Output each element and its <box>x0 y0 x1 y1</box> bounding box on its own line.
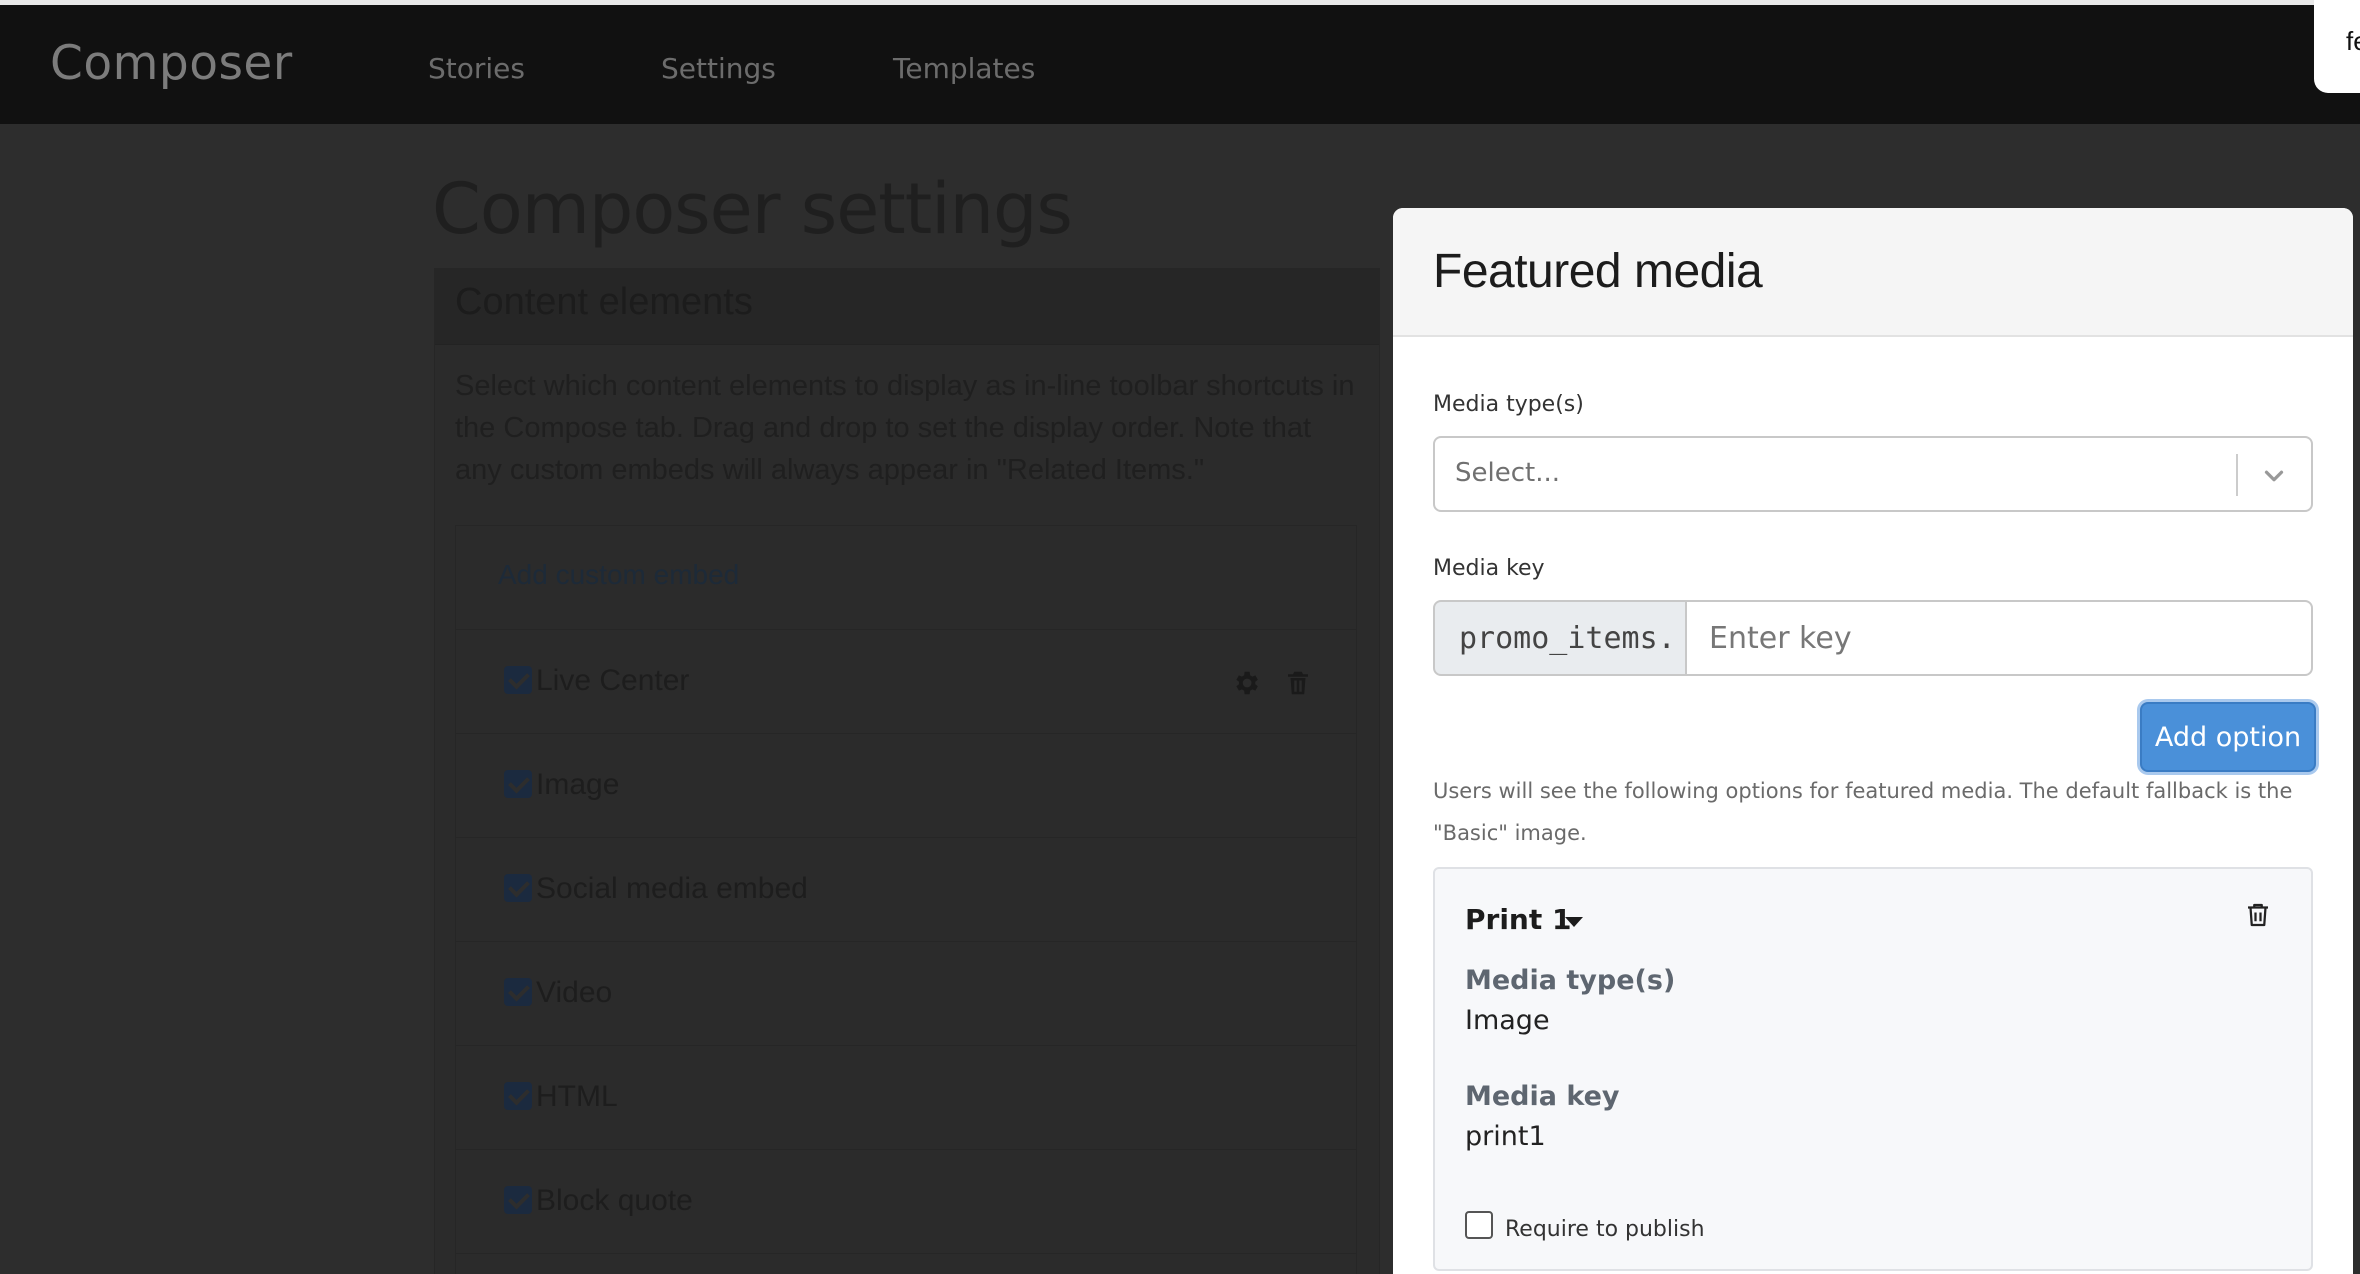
toast-text: fe <box>2346 26 2360 56</box>
topbar-edge <box>0 0 2360 5</box>
panel-description: Select which content elements to display… <box>455 370 1355 486</box>
list-item-label: Block quote <box>536 1184 693 1217</box>
option-media-key-value: print1 <box>1465 1121 1546 1152</box>
featured-media-modal: Featured media Media type(s) Select... M… <box>1393 208 2353 1274</box>
add-custom-embed-link[interactable]: Add custom embed <box>498 559 739 591</box>
option-media-type-value: Image <box>1465 1005 1550 1036</box>
add-custom-embed-row: Add custom embed <box>456 526 1356 630</box>
media-key-input-group: promo_items. <box>1433 600 2313 676</box>
page-title: Composer settings <box>432 168 1073 250</box>
top-navbar: Composer Stories Settings Templates <box>0 0 2360 124</box>
media-key-label: Media key <box>1433 556 1545 581</box>
trash-icon[interactable] <box>2243 899 2273 931</box>
list-item-label: Video <box>536 976 613 1009</box>
social-media-embed-checkbox[interactable] <box>504 874 532 902</box>
chevron-down-icon[interactable] <box>2257 461 2291 491</box>
list-item-label: Image <box>536 768 620 801</box>
option-media-type-label: Media type(s) <box>1465 965 1676 996</box>
list-item[interactable]: Image <box>456 734 1356 838</box>
list-item[interactable]: Social media embed <box>456 838 1356 942</box>
list-item[interactable]: Live Center <box>456 630 1356 734</box>
nav-settings[interactable]: Settings <box>661 52 776 85</box>
trash-icon[interactable] <box>1283 668 1313 698</box>
media-type-select[interactable]: Select... <box>1433 436 2313 512</box>
require-to-publish-label[interactable]: Require to publish <box>1505 1217 1705 1242</box>
html-checkbox[interactable] <box>504 1082 532 1110</box>
modal-title: Featured media <box>1433 245 1763 298</box>
list-item-label: Live Center <box>536 664 690 697</box>
modal-header: Featured media <box>1393 208 2353 337</box>
media-key-prefix-text: promo_items. <box>1459 621 1676 656</box>
option-card: Print 1 Media type(s) Image Media key pr… <box>1433 867 2313 1271</box>
gear-icon[interactable] <box>1231 668 1261 698</box>
block-quote-checkbox[interactable] <box>504 1186 532 1214</box>
content-elements-panel: Content elements Select which content el… <box>434 268 1380 1274</box>
live-center-checkbox[interactable] <box>504 666 532 694</box>
media-key-prefix: promo_items. <box>1433 600 1687 676</box>
options-help-text: Users will see the following options for… <box>1433 779 2293 845</box>
select-separator <box>2236 454 2238 496</box>
require-to-publish-checkbox[interactable] <box>1465 1211 1493 1239</box>
panel-title: Content elements <box>455 281 753 323</box>
list-item[interactable]: Video <box>456 942 1356 1046</box>
option-card-title[interactable]: Print 1 <box>1465 903 1571 936</box>
notification-toast: fe <box>2314 0 2360 93</box>
list-item-label: HTML <box>536 1080 618 1113</box>
option-media-key-label: Media key <box>1465 1081 1620 1112</box>
list-item[interactable]: Block quote <box>456 1150 1356 1254</box>
list-item-label: Social media embed <box>536 872 808 905</box>
caret-down-icon[interactable] <box>1565 917 1583 927</box>
list-item[interactable]: HTML <box>456 1046 1356 1150</box>
media-type-label: Media type(s) <box>1433 392 1584 417</box>
add-option-button[interactable]: Add option <box>2140 702 2316 772</box>
image-checkbox[interactable] <box>504 770 532 798</box>
panel-header: Content elements <box>435 269 1379 345</box>
nav-stories[interactable]: Stories <box>428 52 525 85</box>
media-type-select-value: Select... <box>1455 458 1561 488</box>
video-checkbox[interactable] <box>504 978 532 1006</box>
media-key-input[interactable] <box>1685 600 2313 676</box>
nav-templates[interactable]: Templates <box>893 52 1035 85</box>
brand-logo[interactable]: Composer <box>50 36 293 91</box>
content-elements-list: Add custom embed Live Center Image Socia… <box>455 525 1357 1274</box>
